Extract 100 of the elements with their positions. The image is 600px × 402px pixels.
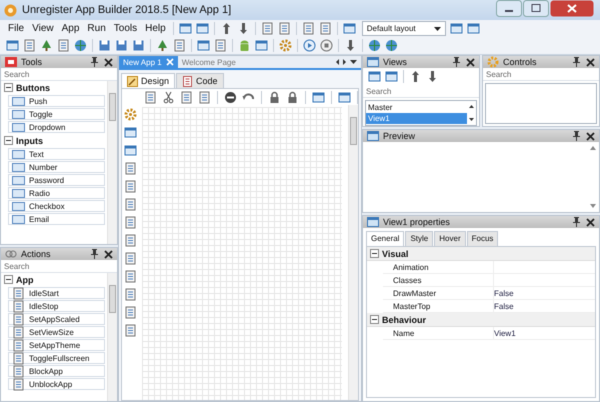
globe-icon[interactable] bbox=[74, 39, 87, 52]
tool-item[interactable]: Push bbox=[8, 95, 105, 107]
tab-navigation-icon[interactable] bbox=[336, 59, 358, 65]
tool-item[interactable]: BlockApp bbox=[8, 365, 105, 377]
scrollbar[interactable] bbox=[107, 273, 117, 401]
maximize-button[interactable] bbox=[523, 0, 549, 17]
pin-icon[interactable] bbox=[572, 57, 581, 67]
menu-item[interactable]: Tools bbox=[112, 23, 140, 34]
gear-icon[interactable] bbox=[124, 108, 136, 121]
close-icon[interactable] bbox=[104, 58, 113, 66]
document-icon[interactable] bbox=[124, 216, 136, 229]
document-icon[interactable] bbox=[124, 252, 136, 265]
scroll-down-icon[interactable] bbox=[590, 204, 596, 208]
group-header[interactable]: Inputs bbox=[4, 134, 105, 147]
play-icon[interactable] bbox=[303, 39, 316, 52]
document-icon[interactable] bbox=[124, 198, 136, 211]
gear-icon[interactable] bbox=[279, 39, 292, 52]
document-icon[interactable] bbox=[260, 22, 274, 35]
collapse-icon[interactable] bbox=[370, 315, 379, 324]
window-icon[interactable] bbox=[178, 22, 192, 35]
collapse-icon[interactable] bbox=[370, 249, 379, 258]
down-arrow-icon[interactable] bbox=[426, 70, 439, 83]
close-icon[interactable] bbox=[586, 218, 595, 226]
up-arrow-icon[interactable] bbox=[409, 70, 422, 83]
collapse-icon[interactable] bbox=[4, 136, 13, 145]
window-icon[interactable] bbox=[368, 70, 381, 83]
document-icon[interactable] bbox=[180, 90, 193, 104]
tool-item[interactable]: Radio bbox=[8, 187, 105, 199]
group-header[interactable]: App bbox=[4, 273, 105, 286]
menu-item[interactable]: View bbox=[30, 23, 56, 34]
close-button[interactable] bbox=[550, 0, 594, 17]
globe-icon[interactable] bbox=[385, 39, 398, 52]
section-header[interactable]: Visual bbox=[367, 247, 595, 261]
close-icon[interactable] bbox=[466, 58, 475, 66]
tool-item[interactable]: UnblockApp bbox=[8, 378, 105, 390]
document-icon[interactable] bbox=[124, 288, 136, 301]
tree-icon[interactable] bbox=[156, 39, 169, 52]
close-icon[interactable] bbox=[104, 250, 113, 258]
tree-icon[interactable] bbox=[40, 39, 53, 52]
editor-tab[interactable]: Code bbox=[176, 73, 224, 88]
minus-circle-icon[interactable] bbox=[224, 90, 237, 104]
properties-tab[interactable]: Focus bbox=[466, 231, 498, 246]
window-icon[interactable] bbox=[124, 126, 136, 139]
editor-tab[interactable]: Design bbox=[121, 73, 176, 88]
close-icon[interactable] bbox=[586, 132, 595, 140]
document-icon[interactable] bbox=[198, 90, 211, 104]
tool-item[interactable]: Text bbox=[8, 148, 105, 160]
search-field[interactable]: Search bbox=[483, 68, 599, 81]
collapse-icon[interactable] bbox=[4, 275, 13, 284]
document-icon[interactable] bbox=[23, 39, 36, 52]
properties-tab[interactable]: General bbox=[366, 231, 404, 246]
tool-item[interactable]: Password bbox=[8, 174, 105, 186]
collapse-icon[interactable] bbox=[4, 83, 13, 92]
window-icon[interactable] bbox=[6, 39, 19, 52]
property-value[interactable]: False bbox=[494, 288, 514, 298]
scroll-up-icon[interactable] bbox=[590, 146, 596, 150]
pin-icon[interactable] bbox=[90, 249, 99, 259]
tool-item[interactable]: SetAppTheme bbox=[8, 339, 105, 351]
scrollbar[interactable] bbox=[348, 105, 358, 400]
property-value[interactable]: View1 bbox=[494, 328, 516, 338]
tool-item[interactable]: IdleStop bbox=[8, 300, 105, 312]
search-field[interactable]: Search bbox=[1, 260, 117, 273]
window-icon[interactable] bbox=[342, 22, 356, 35]
tool-item[interactable]: IdleStart bbox=[8, 287, 105, 299]
document-icon[interactable] bbox=[278, 22, 291, 35]
tool-item[interactable]: SetViewSize bbox=[8, 326, 105, 338]
stop-icon[interactable] bbox=[320, 39, 333, 52]
list-item[interactable]: Master bbox=[366, 102, 467, 113]
document-icon[interactable] bbox=[124, 180, 136, 193]
tool-item[interactable]: Number bbox=[8, 161, 105, 173]
minimize-button[interactable] bbox=[496, 0, 522, 17]
window-icon[interactable] bbox=[385, 70, 398, 83]
lock-icon[interactable] bbox=[268, 90, 281, 104]
section-header[interactable]: Behaviour bbox=[367, 313, 595, 327]
scrollbar[interactable] bbox=[107, 81, 117, 244]
tool-item[interactable]: Email bbox=[8, 213, 105, 225]
document-icon[interactable] bbox=[173, 39, 186, 52]
tool-item[interactable]: Dropdown bbox=[8, 121, 105, 133]
document-icon[interactable] bbox=[124, 270, 136, 283]
window-icon[interactable] bbox=[466, 22, 480, 35]
tool-item[interactable]: SetAppScaled bbox=[8, 313, 105, 325]
window-icon[interactable] bbox=[255, 39, 268, 52]
search-field[interactable]: Search bbox=[363, 85, 479, 98]
document-icon[interactable] bbox=[124, 162, 136, 175]
document-icon[interactable] bbox=[214, 39, 227, 52]
menu-item[interactable]: Run bbox=[85, 23, 108, 34]
document-tab[interactable]: Welcome Page bbox=[178, 56, 240, 68]
window-icon[interactable] bbox=[450, 22, 463, 35]
layout-dropdown[interactable]: Default layout bbox=[362, 21, 446, 36]
property-value[interactable]: False bbox=[494, 302, 514, 310]
window-icon[interactable] bbox=[196, 22, 209, 35]
window-icon[interactable] bbox=[312, 90, 325, 104]
document-icon[interactable] bbox=[302, 22, 315, 35]
tool-item[interactable]: Toggle bbox=[8, 108, 105, 120]
window-icon[interactable] bbox=[338, 90, 351, 104]
document-icon[interactable] bbox=[144, 90, 157, 104]
close-icon[interactable] bbox=[586, 58, 595, 66]
window-icon[interactable] bbox=[197, 39, 210, 52]
tool-item[interactable]: ToggleFullscreen bbox=[8, 352, 105, 364]
menu-item[interactable]: File bbox=[6, 23, 26, 34]
